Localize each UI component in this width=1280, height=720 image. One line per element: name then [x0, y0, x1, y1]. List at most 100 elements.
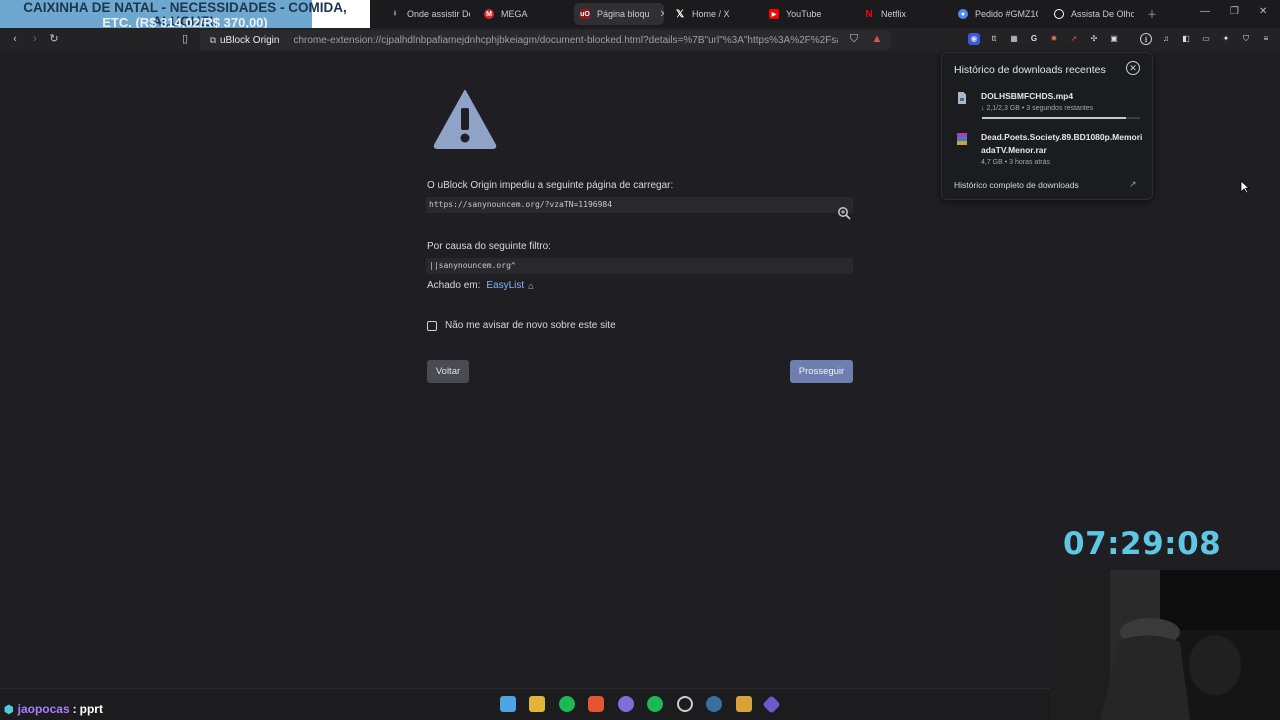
forward-icon[interactable]: › — [28, 32, 42, 46]
extension-blue-icon[interactable]: ◉ — [968, 33, 980, 45]
stream-clock: 07:29:08 — [1063, 526, 1222, 562]
easylist-link[interactable]: EasyList — [486, 280, 524, 291]
bookmark-icon[interactable]: ▯ — [178, 32, 192, 46]
dont-warn-label: Não me avisar de novo sobre este site — [445, 320, 616, 331]
wallet-icon[interactable]: ▭ — [1200, 33, 1212, 45]
spotify-alt-icon[interactable] — [647, 696, 663, 712]
external-link-icon[interactable]: ↗ — [1129, 179, 1139, 189]
tab-label: Onde assistir De — [407, 9, 470, 19]
extension-star-icon[interactable]: ✹ — [1048, 33, 1060, 45]
mouse-cursor — [1240, 180, 1250, 194]
warning-icon — [433, 90, 497, 149]
globe-icon: ● — [958, 9, 968, 19]
extension-box-icon[interactable]: ▣ — [1108, 33, 1120, 45]
menu-icon[interactable]: ≡ — [1260, 33, 1272, 45]
donation-banner: CAIXINHA DE NATAL - NECESSIDADES - COMID… — [0, 0, 370, 30]
tab-netflix[interactable]: N Netflix — [864, 3, 924, 25]
blocked-url: https://sanynouncem.org/?vzaTN=1196984 — [426, 197, 853, 213]
tab-label: Pedido #GMZ1Q — [975, 9, 1038, 19]
extension-page-icon[interactable]: ⧉ — [206, 33, 220, 47]
back-button[interactable]: Voltar — [427, 360, 469, 383]
tab-pedido[interactable]: ● Pedido #GMZ1Q — [958, 3, 1038, 25]
address-bar[interactable]: ⧉ uBlock Origin chrome-extension://cjpal… — [200, 30, 890, 50]
tab-label: MEGA — [501, 9, 528, 19]
download-name-line1: Dead.Poets.Society.89.BD1080p.Memori — [981, 132, 1143, 142]
obs-icon[interactable] — [677, 696, 693, 712]
magnifier-icon[interactable] — [837, 206, 851, 220]
tab-mega[interactable]: M MEGA — [484, 3, 544, 25]
download-name-line2: adaTV.Menor.rar — [981, 145, 1047, 155]
extension-grid-icon[interactable]: ▦ — [1008, 33, 1020, 45]
downloads-popup: Histórico de downloads recentes ✕ DOLHSB… — [941, 52, 1153, 200]
app-icon[interactable] — [736, 696, 752, 712]
tab-label: Home / X — [692, 9, 730, 19]
download-name: DOLHSBMFCHDS.mp4 — [981, 91, 1074, 101]
extension-g-icon[interactable]: G — [1028, 33, 1040, 45]
tab-label: Página bloqu — [597, 9, 650, 19]
tab-label: Assista De Olhos — [1071, 9, 1134, 19]
url-text[interactable]: chrome-extension://cjpalhdlnbpafiamejdnh… — [293, 35, 838, 46]
full-download-history-link[interactable]: Histórico completo de downloads — [954, 180, 1079, 190]
webcam-feed — [1050, 570, 1280, 720]
screen: ⭳ Onde assistir De M MEGA uO Página bloq… — [0, 0, 1280, 720]
leo-ai-icon[interactable]: ✦ — [1220, 33, 1232, 45]
extensions-puzzle-icon[interactable]: ✣ — [1088, 33, 1100, 45]
new-tab-icon[interactable]: ＋ — [1147, 6, 1157, 21]
extension-tt-icon[interactable]: tt — [988, 33, 1000, 45]
close-icon[interactable]: ✕ — [1126, 61, 1140, 75]
filter-label: Por causa do seguinte filtro: — [427, 241, 551, 252]
file-explorer-icon[interactable] — [529, 696, 545, 712]
tab-youtube[interactable]: ▶ YouTube — [769, 3, 839, 25]
home-icon[interactable]: ⌂ — [528, 281, 533, 291]
taskbar — [0, 688, 1050, 720]
shield-icon[interactable]: ⛉ — [847, 32, 861, 46]
downloads-icon[interactable]: ⭳ — [1140, 33, 1152, 45]
rewards-icon[interactable]: ▲ — [870, 32, 884, 46]
webcam-image — [1050, 570, 1280, 720]
download-item[interactable]: DOLHSBMFCHDS.mp4 ↓ 2,1/2,3 GB • 3 segund… — [957, 90, 1093, 112]
mega-icon: M — [484, 9, 494, 19]
brave-icon[interactable] — [588, 696, 604, 712]
reload-icon[interactable]: ↻ — [47, 32, 61, 46]
close-tab-icon[interactable]: ✕ — [660, 9, 664, 20]
tab-assista[interactable]: Assista De Olhos — [1054, 3, 1134, 25]
discord-icon[interactable] — [618, 696, 634, 712]
chat-badge-icon: ⬢ — [4, 703, 14, 716]
tab-onde-assistir[interactable]: ⭳ Onde assistir De — [390, 3, 470, 25]
chat-username: jaopocas — [17, 702, 70, 716]
steam-icon[interactable] — [706, 696, 722, 712]
x-icon: 𝕏 — [675, 8, 685, 20]
download-meta: 4,7 GB • 3 horas atrás — [981, 159, 1050, 166]
minimize-icon[interactable]: — — [1200, 6, 1210, 17]
restore-icon[interactable]: ❐ — [1230, 6, 1239, 17]
chat-text: pprt — [79, 702, 103, 716]
netflix-icon: N — [865, 8, 873, 20]
dont-warn-checkbox[interactable] — [427, 320, 437, 331]
tab-pagina-bloqueada[interactable]: uO Página bloqu ✕ — [574, 3, 664, 25]
tab-home-x[interactable]: 𝕏 Home / X — [675, 3, 745, 25]
file-icon — [958, 92, 966, 104]
sidebar-icon[interactable]: ◧ — [1180, 33, 1192, 45]
tab-label: YouTube — [786, 9, 822, 19]
spotify-icon[interactable] — [559, 696, 575, 712]
download-icon: ⭳ — [393, 9, 397, 17]
filter-text: ||sanynouncem.org^ — [426, 258, 853, 274]
back-icon[interactable]: ‹ — [8, 32, 22, 46]
proceed-button[interactable]: Prosseguir — [790, 360, 853, 383]
download-progress — [982, 117, 1140, 119]
download-progress-fill — [982, 117, 1126, 119]
download-item[interactable]: Dead.Poets.Society.89.BD1080p.Memori ada… — [957, 131, 1142, 166]
archive-icon — [957, 133, 967, 145]
ublock-icon: uO — [580, 9, 590, 19]
chat-message: ⬢ jaopocas : pprt — [4, 702, 103, 716]
youtube-icon: ▶ — [769, 9, 779, 19]
circle-icon — [1054, 9, 1064, 19]
found-in: Achado em: EasyList ⌂ — [427, 280, 534, 291]
dont-warn-checkbox-row[interactable]: Não me avisar de novo sobre este site — [427, 320, 616, 331]
vpn-icon[interactable]: ⛉ — [1240, 33, 1252, 45]
media-icon[interactable]: ♫ — [1160, 33, 1172, 45]
extension-arrow-icon[interactable]: ➚ — [1068, 33, 1080, 45]
close-window-icon[interactable]: ✕ — [1259, 6, 1267, 17]
found-label: Achado em: — [427, 280, 481, 291]
windows-start-icon[interactable] — [500, 696, 516, 712]
